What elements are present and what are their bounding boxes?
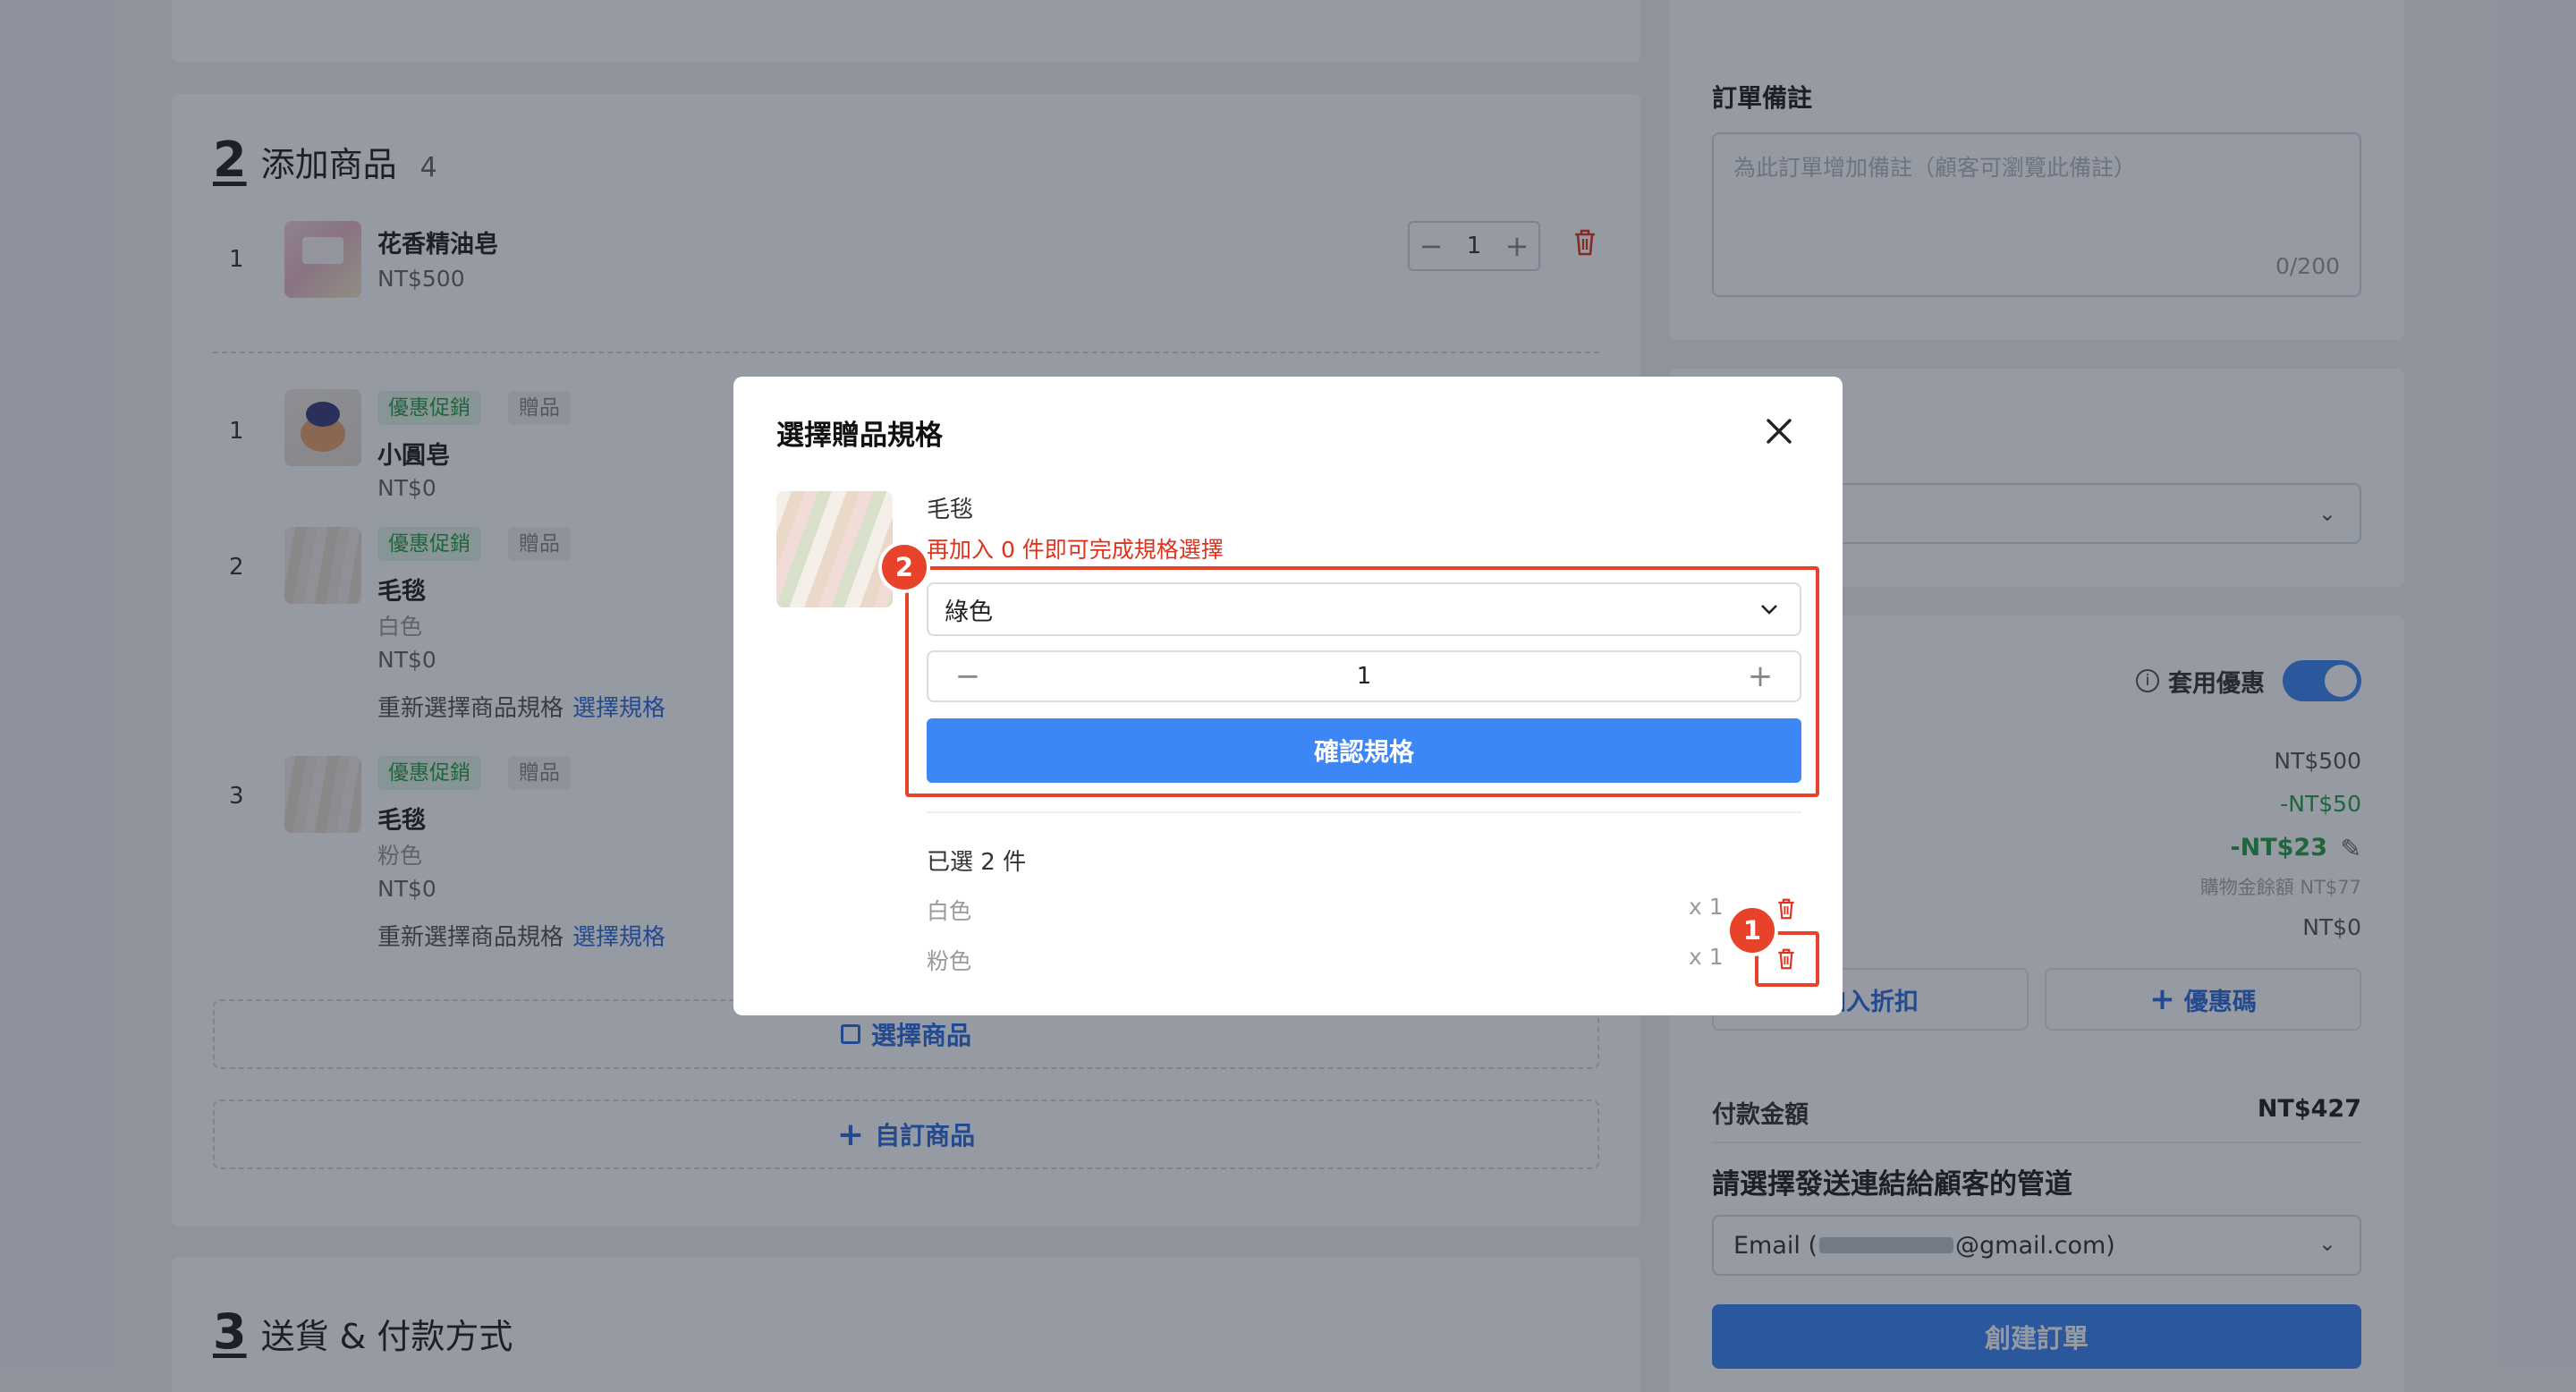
product-thumbnail	[776, 491, 893, 607]
divider	[927, 811, 1801, 813]
selected-item-qty: x 1	[1689, 944, 1724, 970]
gift-spec-modal: 選擇贈品規格 毛毯 再加入 0 件即可完成規格選擇 綠色 − 1 + 確認規格 …	[733, 377, 1843, 1015]
annotation-badge-1: 1	[1726, 904, 1778, 956]
selected-summary: 已選 2 件	[927, 849, 1027, 876]
selected-item-qty: x 1	[1689, 894, 1724, 920]
trash-icon[interactable]	[1776, 897, 1796, 921]
close-icon[interactable]	[1764, 416, 1794, 446]
selected-item-name: 白色	[927, 898, 972, 924]
annotation-box-2	[905, 566, 1819, 797]
spec-warning: 再加入 0 件即可完成規格選擇	[927, 537, 1224, 563]
selected-item-name: 粉色	[927, 948, 972, 974]
annotation-badge-2: 2	[878, 541, 930, 593]
modal-product-name: 毛毯	[927, 497, 974, 523]
modal-title: 選擇贈品規格	[776, 420, 943, 452]
